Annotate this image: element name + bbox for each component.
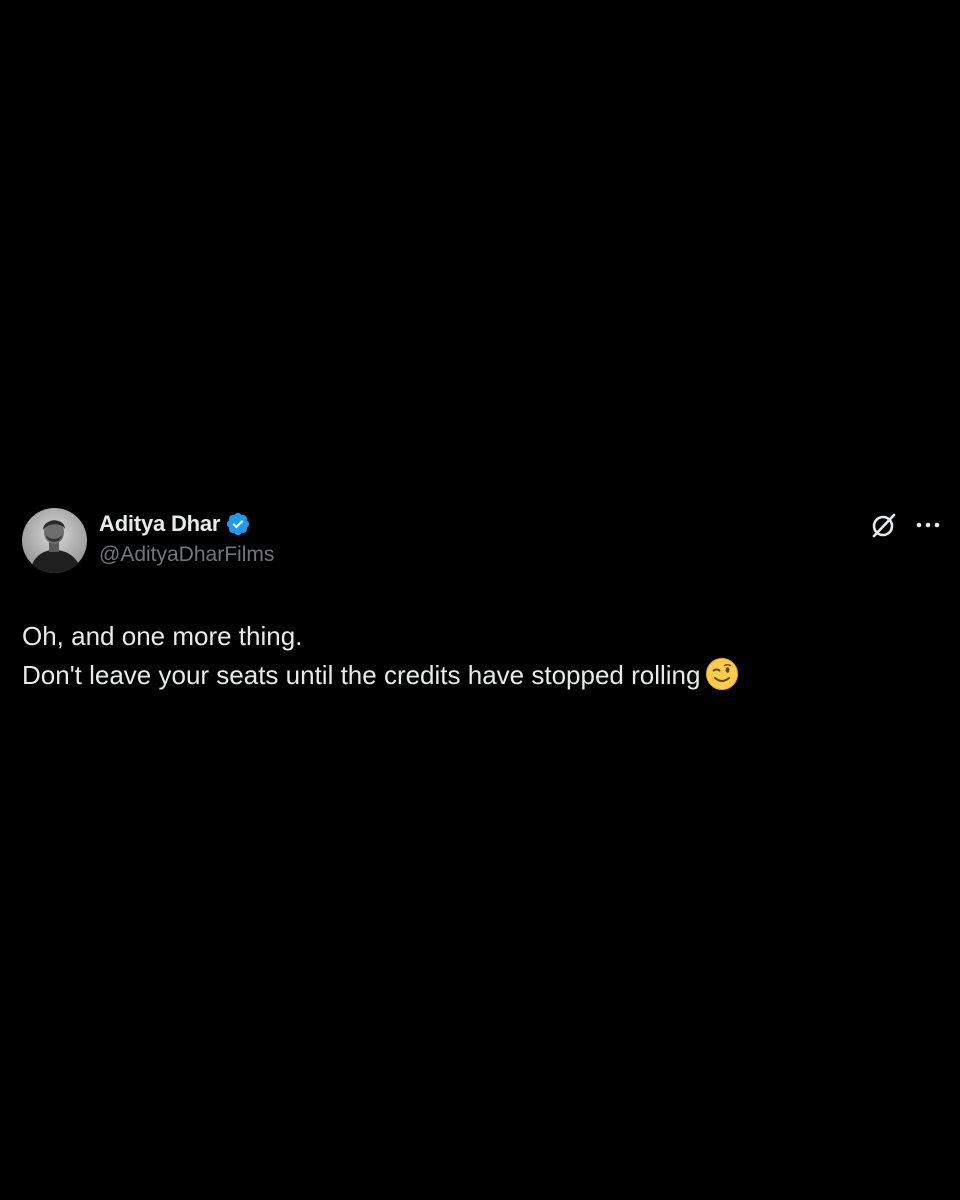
more-options-icon[interactable] bbox=[915, 514, 941, 536]
grok-icon[interactable] bbox=[869, 510, 899, 540]
tweet-text: Oh, and one more thing. Don't leave your… bbox=[22, 617, 922, 695]
tweet-line-2: Don't leave your seats until the credits… bbox=[22, 656, 922, 695]
avatar[interactable] bbox=[22, 508, 87, 573]
avatar-photo bbox=[22, 508, 87, 573]
author-name-row: Aditya Dhar bbox=[99, 510, 251, 538]
winking-face-emoji bbox=[705, 657, 739, 691]
tweet-line-2-text: Don't leave your seats until the credits… bbox=[22, 660, 701, 690]
verified-badge-icon[interactable] bbox=[225, 511, 251, 537]
tweet-card: Aditya Dhar @AdityaDharFilms Oh, and one… bbox=[0, 0, 960, 1200]
author-handle[interactable]: @AdityaDharFilms bbox=[99, 543, 274, 567]
tweet-line-1: Oh, and one more thing. bbox=[22, 621, 303, 651]
author-display-name[interactable]: Aditya Dhar bbox=[99, 511, 220, 537]
